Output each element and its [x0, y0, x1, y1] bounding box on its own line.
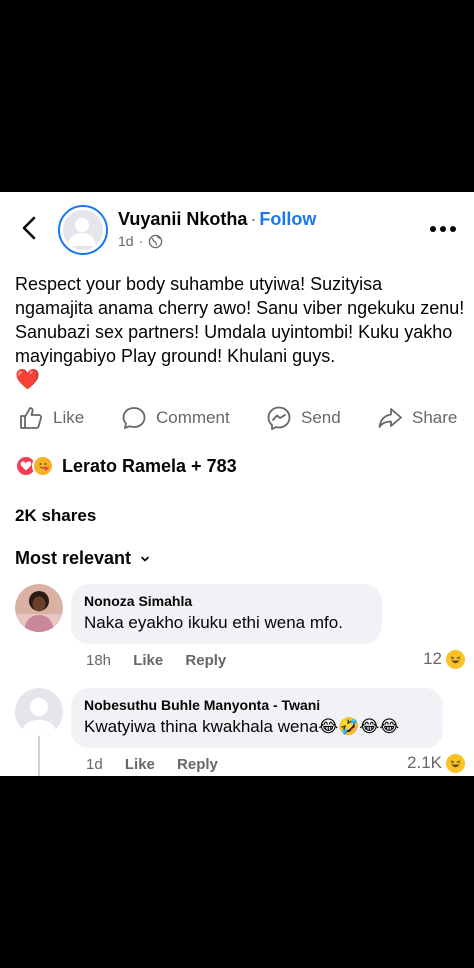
- comment-bubble[interactable]: Nonoza Simahla Naka eyakho ikuku ethi we…: [71, 584, 382, 644]
- like-label: Like: [53, 408, 85, 427]
- bottom-black-bar: [0, 776, 474, 968]
- separator-dot: ·: [138, 233, 144, 249]
- comment-reply-button[interactable]: Reply: [177, 756, 218, 773]
- author-name[interactable]: Vuyanii Nkotha: [118, 209, 247, 229]
- like-button[interactable]: Like: [18, 402, 84, 434]
- send-button[interactable]: Send: [266, 402, 341, 434]
- comment-author[interactable]: Nonoza Simahla: [84, 593, 369, 609]
- comment-bubble[interactable]: Nobesuthu Buhle Manyonta - Twani Kwatyiw…: [71, 688, 443, 748]
- follow-button[interactable]: Follow: [259, 209, 316, 229]
- reaction-summary-text: Lerato Ramela + 783: [62, 455, 237, 476]
- messenger-icon: [267, 406, 291, 430]
- shares-count[interactable]: 2K shares: [15, 506, 96, 526]
- post-detail-screen: Vuyanii Nkotha · Follow 1d · Respect your …: [0, 192, 474, 776]
- default-profile-icon: [15, 688, 63, 736]
- care-icon: [32, 455, 54, 477]
- send-label: Send: [301, 408, 341, 427]
- commenter-avatar[interactable]: [15, 584, 63, 632]
- comment-meta: 1d Like Reply: [86, 756, 236, 773]
- post-time[interactable]: 1d: [118, 233, 134, 249]
- share-arrow-icon: [378, 408, 402, 428]
- comment-icon: [122, 407, 146, 429]
- post-body: Respect your body suhambe utyiwa! Suzity…: [15, 272, 465, 392]
- comment-time: 1d: [86, 756, 103, 773]
- more-dots-icon: [430, 226, 436, 232]
- post-meta: 1d ·: [118, 233, 163, 249]
- back-button[interactable]: [16, 214, 44, 242]
- share-label: Share: [412, 408, 458, 427]
- top-black-bar: [0, 0, 474, 192]
- profile-photo: [15, 584, 63, 632]
- chevron-left-icon: [22, 216, 36, 240]
- separator-dot: ·: [250, 209, 257, 229]
- comment-text: Kwatyiwa thina kwakhala wena: [84, 717, 319, 736]
- share-button[interactable]: Share: [377, 402, 457, 434]
- reaction-count: 2.1K: [407, 753, 442, 772]
- globe-icon: [149, 234, 163, 248]
- author-line: Vuyanii Nkotha · Follow: [118, 209, 316, 230]
- laughing-emojis: 😂🤣😂😂: [318, 717, 400, 736]
- thumbs-up-icon: [20, 407, 43, 429]
- comment-button[interactable]: Comment: [121, 402, 230, 434]
- default-profile-icon: [63, 210, 103, 250]
- more-options-button[interactable]: [430, 226, 456, 234]
- comment-like-button[interactable]: Like: [133, 652, 163, 669]
- sort-dropdown[interactable]: Most relevant: [15, 548, 150, 569]
- comment-like-button[interactable]: Like: [125, 756, 155, 773]
- sort-label: Most relevant: [15, 548, 132, 568]
- comment-reaction-count[interactable]: 12: [423, 649, 465, 669]
- heart-emoji: ❤️: [15, 369, 40, 391]
- comment-label: Comment: [156, 408, 230, 427]
- comment-text-line: Kwatyiwa thina kwakhala wena😂🤣😂😂: [84, 717, 430, 737]
- commenter-avatar[interactable]: [15, 688, 63, 736]
- author-avatar[interactable]: [58, 205, 108, 255]
- comment-author[interactable]: Nobesuthu Buhle Manyonta - Twani: [84, 697, 430, 713]
- comment-reply-button[interactable]: Reply: [185, 652, 226, 669]
- haha-icon: [446, 753, 465, 773]
- reaction-icons: [15, 455, 54, 477]
- action-bar: Like Comment Send Share: [0, 402, 474, 434]
- reaction-count: 12: [423, 649, 442, 668]
- reactions-summary[interactable]: Lerato Ramela + 783: [15, 454, 237, 478]
- reply-thread-line: [38, 736, 40, 776]
- comment-meta: 18h Like Reply: [86, 652, 244, 669]
- post-header: Vuyanii Nkotha · Follow 1d ·: [0, 192, 474, 268]
- comment-time: 18h: [86, 652, 112, 669]
- comment-text: Naka eyakho ikuku ethi wena mfo.: [84, 613, 343, 632]
- haha-icon: [446, 649, 465, 669]
- chevron-down-icon: [141, 556, 149, 561]
- post-text: Respect your body suhambe utyiwa! Suzity…: [15, 274, 465, 366]
- comment-reaction-count[interactable]: 2.1K: [407, 753, 465, 773]
